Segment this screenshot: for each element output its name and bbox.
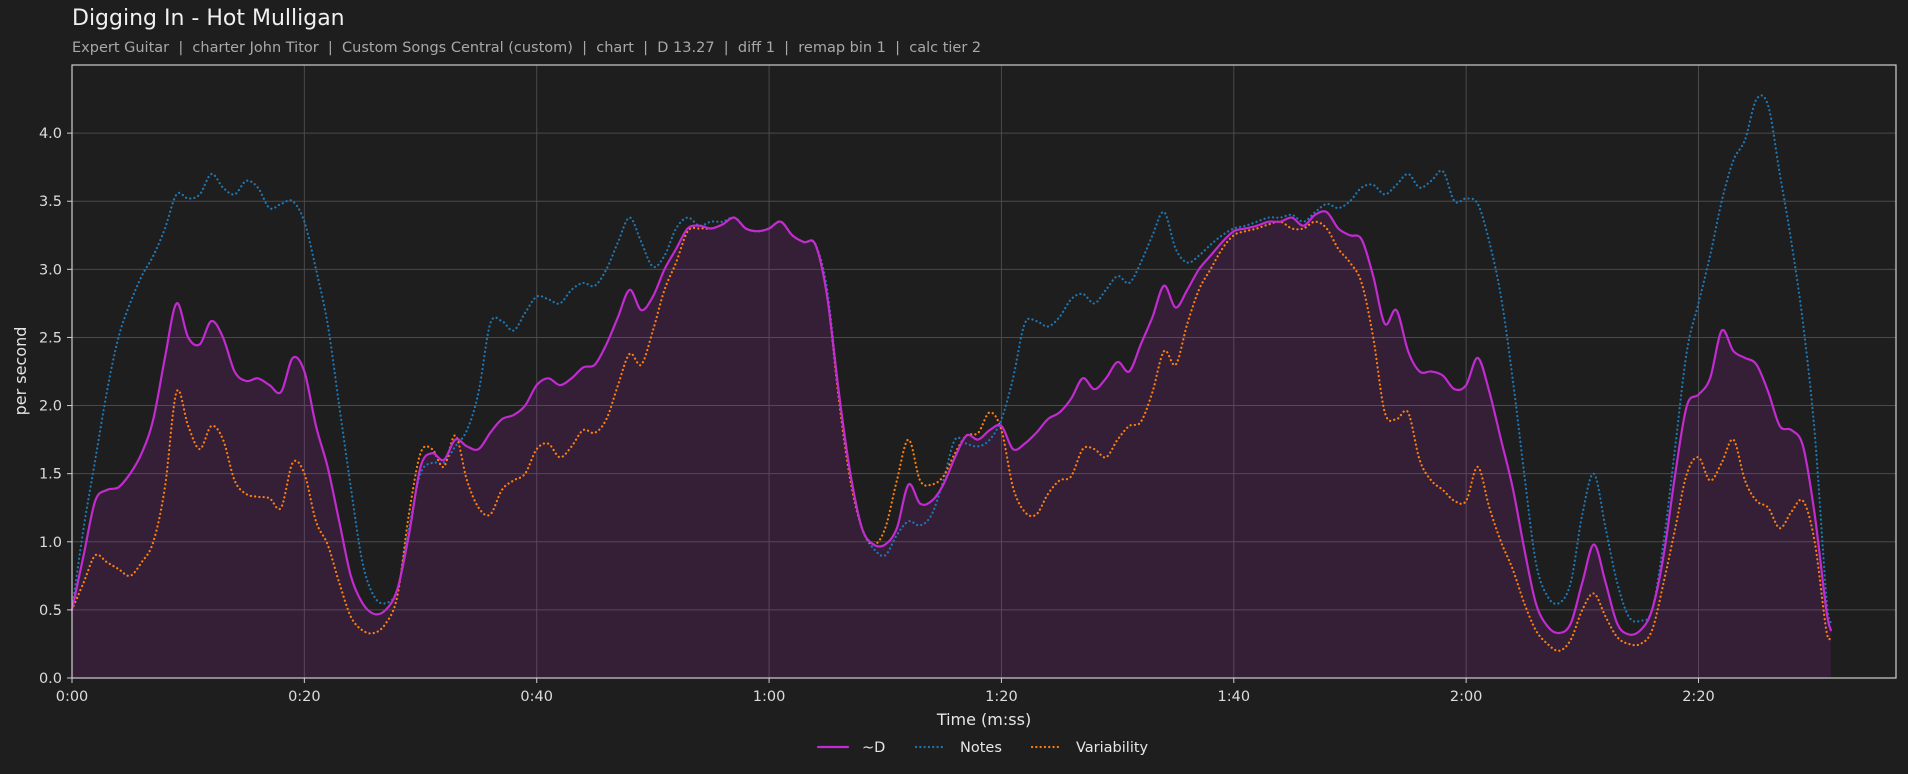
legend-label: Notes <box>960 740 1002 756</box>
y-tick-label: 2.0 <box>39 399 62 415</box>
x-axis-label: Time (m:ss) <box>936 710 1031 729</box>
y-axis: 0.0 0.5 1.0 1.5 2.0 2.5 3.0 3.5 4.0 <box>39 126 72 687</box>
y-tick-label: 1.5 <box>39 467 62 483</box>
x-tick-label: 0:40 <box>520 689 553 705</box>
x-tick-label: 1:20 <box>985 689 1018 705</box>
y-tick-label: 3.5 <box>39 194 62 210</box>
x-tick-label: 2:00 <box>1450 689 1483 705</box>
y-tick-label: 2.5 <box>39 330 62 346</box>
legend: ~D Notes Variability <box>816 740 1149 756</box>
x-tick-label: 1:40 <box>1218 689 1251 705</box>
y-tick-label: 0.0 <box>39 671 62 687</box>
y-tick-label: 4.0 <box>39 126 62 142</box>
x-tick-label: 0:20 <box>288 689 321 705</box>
x-tick-label: 0:00 <box>56 689 89 705</box>
y-tick-label: 0.5 <box>39 603 62 619</box>
y-tick-label: 1.0 <box>39 535 62 551</box>
x-tick-label: 1:00 <box>753 689 786 705</box>
x-axis: 0:00 0:20 0:40 1:00 1:20 1:40 2:00 2:20 <box>56 678 1715 705</box>
legend-label: ~D <box>862 740 885 756</box>
legend-label: Variability <box>1076 740 1149 756</box>
y-axis-label: per second <box>11 327 30 416</box>
y-tick-label: 3.0 <box>39 262 62 278</box>
line-chart: 0:00 0:20 0:40 1:00 1:20 1:40 2:00 2:20 0.0 0.5 1… <box>11 64 1897 756</box>
x-tick-label: 2:20 <box>1682 689 1715 705</box>
